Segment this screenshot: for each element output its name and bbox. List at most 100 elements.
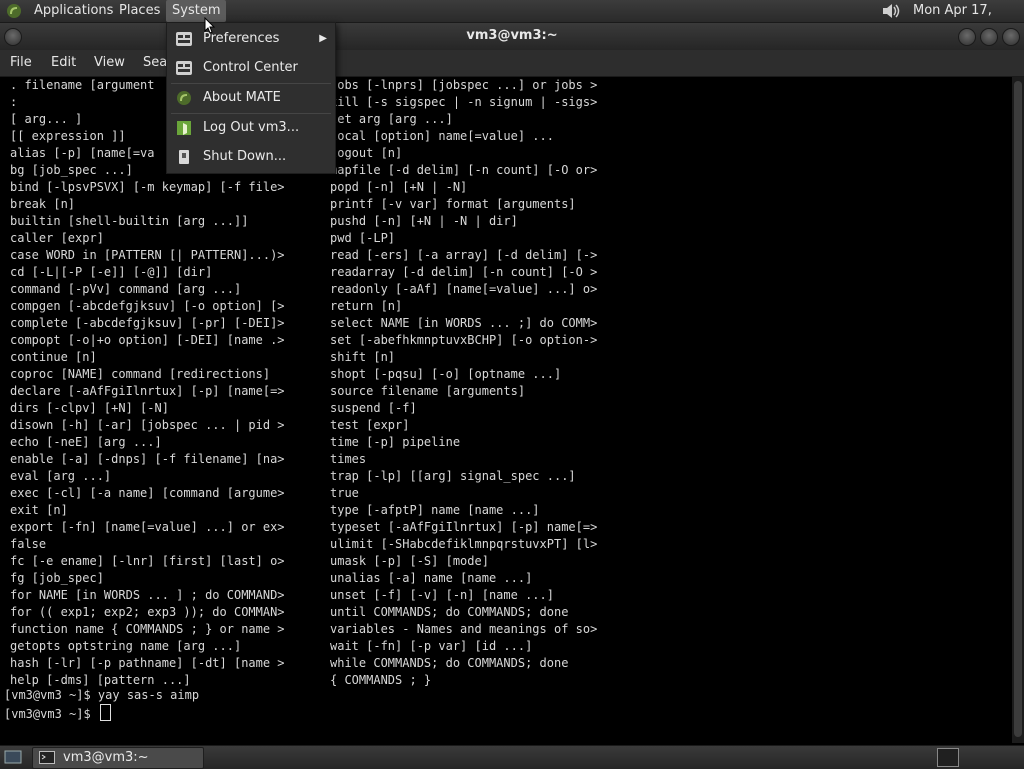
terminal-line: { COMMANDS ; } [330, 673, 432, 687]
menu-item-shut-down[interactable]: Shut Down... [167, 143, 335, 171]
terminal-line: pwd [-LP] [330, 231, 396, 245]
terminal-line: break [n] [10, 197, 76, 211]
taskbar-terminal-button[interactable]: vm3@vm3:~ [32, 747, 204, 769]
menu-item-label: Control Center [203, 60, 298, 75]
terminal-line: kill [-s sigspec | -n signum | -sigs> [330, 95, 598, 109]
terminal-line: read [-ers] [-a array] [-d delim] [-> [330, 248, 598, 262]
menu-item-label: Log Out vm3... [203, 120, 300, 135]
workspace-switcher[interactable] [937, 748, 959, 767]
prompt-area[interactable]: [vm3@vm3 ~]$ yay sas-s aimp [vm3@vm3 ~]$ [4, 687, 199, 721]
menubar: File Edit View Sea [0, 50, 1024, 77]
terminal-line: complete [-abcdefgjksuv] [-pr] [-DEI]> [10, 316, 285, 330]
prompt-line-current[interactable]: [vm3@vm3 ~]$ [4, 704, 199, 721]
scrollbar-thumb[interactable] [1014, 81, 1022, 737]
terminal-line: exec [-cl] [-a name] [command [argume> [10, 486, 285, 500]
system-menu-button[interactable]: System [166, 0, 227, 22]
terminal-line: until COMMANDS; do COMMANDS; done [330, 605, 569, 619]
terminal-line: coproc [NAME] command [redirections] [10, 367, 271, 381]
logout-icon [177, 121, 191, 135]
terminal-line: fc [-e ename] [-lnr] [first] [last] o> [10, 554, 285, 568]
terminal-line: command [-pVv] command [arg ...] [10, 282, 242, 296]
terminal-line: ulimit [-SHabcdefiklmnpqrstuvxPT] [l> [330, 537, 598, 551]
terminal-line: suspend [-f] [330, 401, 417, 415]
terminal-line: set [-abefhkmnptuvxBCHP] [-o option-> [330, 333, 598, 347]
window-titlebar[interactable]: vm3@vm3:~ [0, 23, 1024, 50]
terminal-line: wait [-fn] [-p var] [id ...] [330, 639, 533, 653]
terminal-line: compgen [-abcdefgjksuv] [-o option] [> [10, 299, 285, 313]
terminal-output[interactable]: . filename [argument:[ arg... ][[ expres… [0, 77, 1012, 743]
terminal-line: disown [-h] [-ar] [jobspec ... | pid > [10, 418, 285, 432]
places-menu[interactable]: Places [113, 0, 166, 22]
terminal-line: local [option] name[=value] ... [330, 129, 554, 143]
menu-item-preferences[interactable]: Preferences ▶ [167, 25, 335, 53]
system-dropdown-menu: Preferences ▶ Control Center About MATE … [166, 22, 336, 174]
terminal-line: dirs [-clpv] [+N] [-N] [10, 401, 169, 415]
preferences-icon [176, 32, 192, 46]
prompt-line: [vm3@vm3 ~]$ yay sas-s aimp [4, 688, 200, 702]
terminal-line: for NAME [in WORDS ... ] ; do COMMAND> [10, 588, 285, 602]
terminal-line: shopt [-pqsu] [-o] [optname ...] [330, 367, 562, 381]
prompt-text: [vm3@vm3 ~]$ [4, 707, 98, 721]
volume-icon[interactable] [880, 2, 902, 20]
menu-item-log-out[interactable]: Log Out vm3... [167, 114, 335, 142]
terminal-line: case WORD in [PATTERN [| PATTERN]...)> [10, 248, 285, 262]
top-panel: Applications Places System Mon Apr 17, 1… [0, 0, 1024, 40]
terminal-line: cd [-L|[-P [-e]] [-@]] [dir] [10, 265, 213, 279]
terminal-line: popd [-n] [+N | -N] [330, 180, 468, 194]
close-button[interactable] [1002, 28, 1020, 46]
terminal-line: trap [-lp] [[arg] signal_spec ...] [330, 469, 576, 483]
terminal-line: unset [-f] [-v] [-n] [name ...] [330, 588, 554, 602]
terminal-line: shift [n] [330, 350, 396, 364]
terminal-line: typeset [-aAfFgiIlnrtux] [-p] name[=> [330, 520, 598, 534]
terminal-line: source filename [arguments] [330, 384, 526, 398]
terminal-line: exit [n] [10, 503, 68, 517]
bottom-panel: vm3@vm3:~ [0, 745, 1024, 769]
maximize-button[interactable] [980, 28, 998, 46]
terminal-line: declare [-aAfFgiIlnrtux] [-p] [name[=> [10, 384, 285, 398]
show-desktop-icon[interactable] [4, 750, 22, 764]
terminal-line: umask [-p] [-S] [mode] [330, 554, 489, 568]
submenu-arrow-icon: ▶ [319, 33, 327, 44]
window-title: vm3@vm3:~ [466, 28, 558, 43]
view-menu[interactable]: View [94, 50, 125, 76]
terminal-line: select NAME [in WORDS ... ;] do COMM> [330, 316, 598, 330]
menu-item-about-mate[interactable]: About MATE [167, 84, 335, 112]
search-menu[interactable]: Sea [143, 50, 167, 76]
control-center-icon [176, 61, 192, 75]
help-right-column: jobs [-lnprs] [jobspec ...] or jobs > kil… [330, 77, 597, 689]
terminal-line: printf [-v var] format [arguments] [330, 197, 576, 211]
terminal-line: unalias [-a] name [name ...] [330, 571, 533, 585]
text-cursor [99, 704, 111, 721]
menu-item-label: About MATE [203, 90, 281, 105]
terminal-line: echo [-neE] [arg ...] [10, 435, 162, 449]
terminal-line: caller [expr] [10, 231, 104, 245]
menu-item-control-center[interactable]: Control Center [167, 54, 335, 82]
menu-item-label: Shut Down... [203, 149, 287, 164]
clock[interactable]: Mon Apr 17, 19:26 [913, 0, 1024, 40]
terminal-line: true [330, 486, 359, 500]
terminal-scrollbar[interactable] [1012, 77, 1024, 743]
terminal-line: function name { COMMANDS ; } or name > [10, 622, 285, 636]
edit-menu[interactable]: Edit [51, 50, 76, 76]
terminal-icon [39, 751, 55, 764]
terminal-line: false [10, 537, 47, 551]
file-menu[interactable]: File [10, 50, 32, 76]
terminal-line: return [n] [330, 299, 403, 313]
mate-logo-icon[interactable] [6, 3, 22, 19]
taskbar-label: vm3@vm3:~ [63, 750, 149, 765]
shutdown-icon [179, 150, 189, 164]
mouse-pointer-icon [204, 17, 216, 34]
terminal-line: jobs [-lnprs] [jobspec ...] or jobs > [330, 78, 598, 92]
terminal-line: export [-fn] [name[=value] ...] or ex> [10, 520, 285, 534]
terminal-line: continue [n] [10, 350, 97, 364]
terminal-line: pushd [-n] [+N | -N | dir] [330, 214, 518, 228]
terminal-line: test [expr] [330, 418, 410, 432]
terminal-line: enable [-a] [-dnps] [-f filename] [na> [10, 452, 285, 466]
minimize-button[interactable] [958, 28, 976, 46]
applications-menu[interactable]: Applications [28, 0, 119, 22]
terminal-line: eval [arg ...] [10, 469, 112, 483]
terminal-line: times [330, 452, 367, 466]
terminal-line: bind [-lpsvPSVX] [-m keymap] [-f file> [10, 180, 285, 194]
terminal-line: builtin [shell-builtin [arg ...]] [10, 214, 249, 228]
terminal-line: readarray [-d delim] [-n count] [-O > [330, 265, 598, 279]
